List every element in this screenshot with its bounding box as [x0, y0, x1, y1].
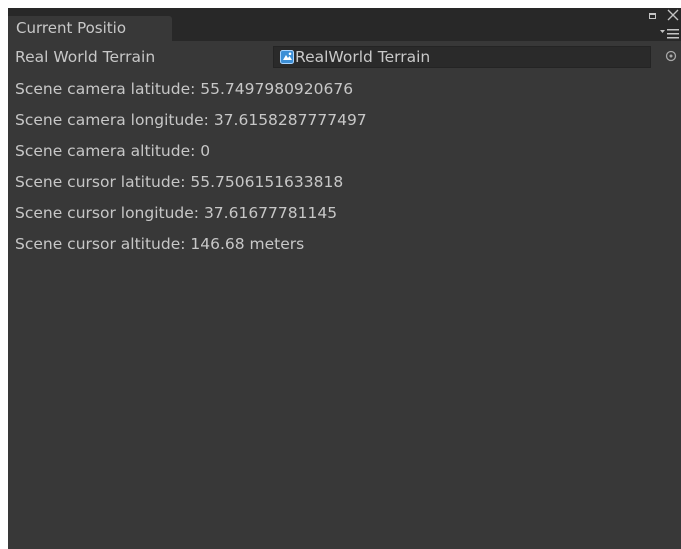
cursor-longitude-text: Scene cursor longitude: 37.61677781145	[15, 204, 338, 222]
current-position-window: Current Positio Real World Terrain RealW…	[8, 8, 681, 549]
tab-bar: Current Positio	[8, 8, 681, 41]
camera-longitude-text: Scene camera longitude: 37.6158287777497	[15, 111, 367, 129]
realworld-terrain-object-icon	[280, 50, 294, 64]
close-icon[interactable]	[667, 9, 679, 21]
object-picker-icon[interactable]	[665, 50, 677, 62]
panel-content: Real World Terrain RealWorld Terrain Sce…	[8, 41, 681, 549]
camera-altitude-text: Scene camera altitude: 0	[15, 142, 211, 160]
cursor-altitude-text: Scene cursor altitude: 146.68 meters	[15, 235, 305, 253]
tab-current-position[interactable]: Current Positio	[8, 16, 172, 41]
real-world-terrain-label: Real World Terrain	[15, 48, 156, 66]
menu-icon[interactable]	[660, 27, 679, 39]
maximize-icon[interactable]	[649, 13, 656, 19]
real-world-terrain-object-field[interactable]: RealWorld Terrain	[273, 46, 651, 68]
cursor-latitude-text: Scene cursor latitude: 55.7506151633818	[15, 173, 344, 191]
real-world-terrain-value: RealWorld Terrain	[295, 48, 431, 66]
camera-latitude-text: Scene camera latitude: 55.7497980920676	[15, 80, 354, 98]
